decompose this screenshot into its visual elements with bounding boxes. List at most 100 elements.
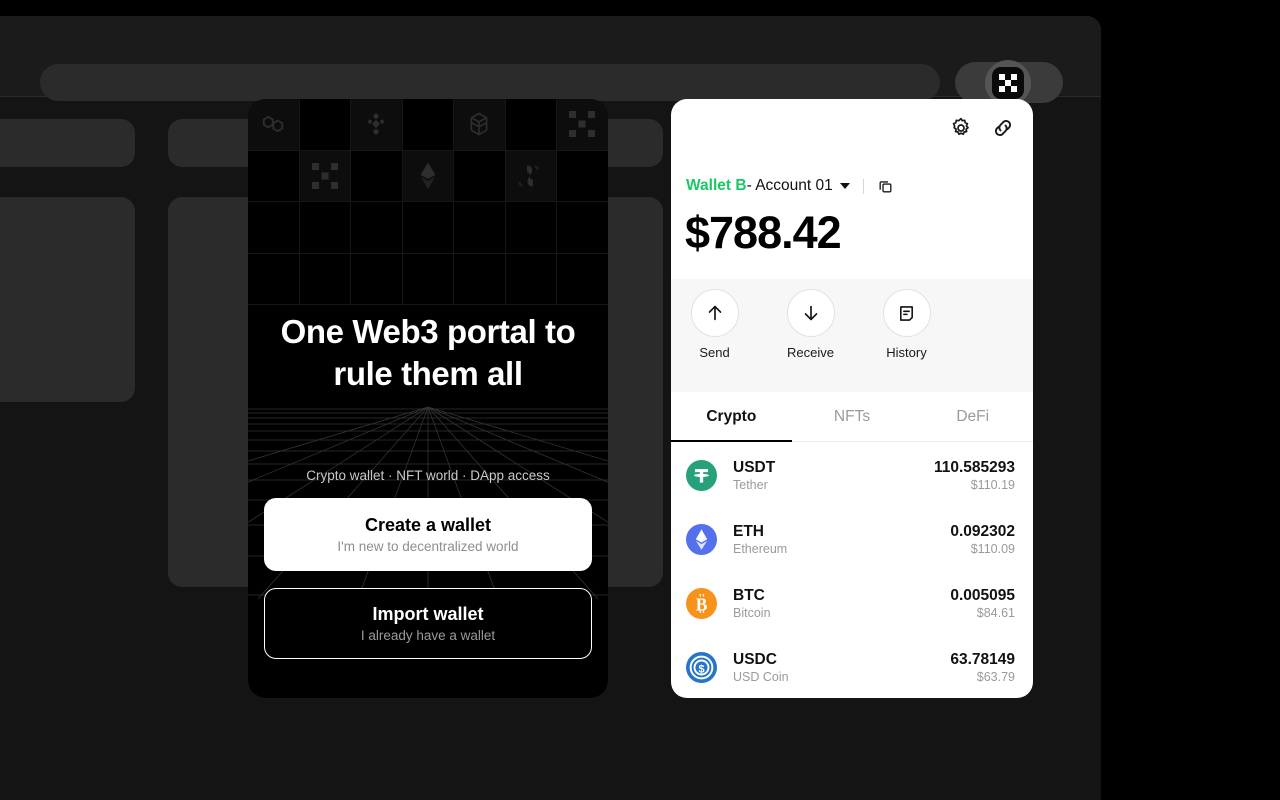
usdt-icon — [686, 459, 717, 491]
token-name: Tether — [733, 477, 768, 492]
token-symbol: USDT — [733, 458, 776, 476]
hero-subtitle: Crypto wallet · NFT world · DApp access — [306, 468, 550, 483]
grid-cell-empty — [299, 202, 351, 254]
token-name: USD Coin — [733, 669, 789, 684]
token-list: USDT Tether 110.585293 $110.19 ETH Ethereum 0.… — [671, 443, 1033, 698]
chevron-down-icon[interactable] — [839, 183, 850, 189]
polygon-icon — [248, 99, 300, 151]
account-label: Account 01 — [755, 177, 833, 194]
grid-cell-empty — [505, 253, 557, 305]
token-amount: 110.585293 — [933, 458, 1015, 476]
create-wallet-button[interactable]: Create a wallet I'm new to decentralized… — [264, 498, 592, 571]
checkerboard-icon[interactable] — [992, 67, 1024, 99]
token-amount: 0.092302 — [950, 522, 1015, 540]
grid-cell-empty — [557, 253, 608, 305]
wallet-header-toolbar — [949, 116, 1015, 140]
grid-cell-empty — [248, 202, 300, 254]
receive-button[interactable]: Receive — [779, 289, 842, 360]
grid-cell-empty — [248, 150, 300, 202]
token-fiat-value: $63.79 — [976, 669, 1015, 684]
import-wallet-title: Import wallet — [372, 604, 484, 624]
arrow-down-icon — [786, 289, 835, 337]
tab-defi[interactable]: DeFi — [912, 392, 1033, 441]
link-icon[interactable] — [991, 116, 1015, 140]
token-fiat-value: $84.61 — [976, 605, 1015, 620]
token-info: USDC USD Coin — [733, 650, 950, 685]
token-row[interactable]: ETH Ethereum 0.092302 $110.09 — [671, 507, 1033, 571]
gear-icon[interactable] — [949, 116, 973, 140]
token-row[interactable]: USDT Tether 110.585293 $110.19 — [671, 443, 1033, 507]
svg-text:$: $ — [698, 663, 704, 675]
account-name: - Account 01 — [747, 177, 833, 195]
hero-title: One Web3 portal to rule them all — [280, 313, 576, 392]
checkerboard-icon — [557, 99, 608, 151]
grid-cell-empty — [402, 202, 454, 254]
grid-cell-empty — [505, 99, 557, 151]
receive-label: Receive — [787, 345, 834, 360]
token-info: BTC Bitcoin — [733, 586, 950, 621]
grid-cell-empty — [299, 99, 351, 151]
grid-cell-empty — [454, 202, 506, 254]
token-values: 63.78149 $63.79 — [950, 650, 1015, 685]
arrow-up-icon — [690, 289, 739, 337]
token-row[interactable]: $ USDC USD Coin 63.78149 $63.79 — [671, 635, 1033, 698]
grid-cell-empty — [351, 150, 403, 202]
history-label: History — [886, 345, 927, 360]
document-icon — [882, 289, 931, 337]
page-placeholder-block — [0, 119, 135, 167]
send-label: Send — [699, 345, 730, 360]
divider — [862, 178, 864, 194]
token-row[interactable]: B BTC Bitcoin 0.005095 $84.61 — [671, 571, 1033, 635]
copy-icon[interactable] — [877, 178, 894, 195]
grid-cell-empty — [557, 150, 608, 202]
token-info: USDT Tether — [733, 458, 934, 493]
import-wallet-subtitle: I already have a wallet — [360, 628, 496, 643]
address-bar-input[interactable] — [40, 64, 940, 101]
page-placeholder-block — [0, 197, 135, 402]
crypto-logo-grid — [248, 99, 608, 319]
grid-cell-empty — [454, 253, 506, 305]
checkerboard-icon — [299, 150, 351, 202]
account-selector[interactable]: Wallet B - Account 01 — [686, 177, 894, 195]
token-info: ETH Ethereum — [733, 522, 950, 557]
wallet-tabs: Crypto NFTs DeFi — [671, 392, 1033, 442]
history-button[interactable]: History — [875, 289, 938, 360]
token-name: Bitcoin — [733, 605, 771, 620]
token-values: 0.005095 $84.61 — [950, 586, 1015, 621]
grid-cell-empty — [454, 150, 506, 202]
grid-cell-empty — [505, 202, 557, 254]
token-amount: 63.78149 — [950, 650, 1015, 668]
grid-cell-empty — [557, 202, 608, 254]
tab-nfts[interactable]: NFTs — [792, 392, 913, 441]
token-amount: 0.005095 — [950, 586, 1015, 604]
total-balance: $788.42 — [685, 207, 842, 258]
fantom-icon — [454, 99, 506, 151]
token-name: Ethereum — [733, 541, 788, 556]
ethereum-icon — [402, 150, 454, 202]
wallet-actions: Send Receive History — [671, 279, 1033, 392]
token-values: 110.585293 $110.19 — [934, 458, 1015, 493]
eth-icon — [686, 523, 717, 555]
grid-cell-empty — [351, 202, 403, 254]
token-symbol: ETH — [733, 522, 764, 540]
grid-cell-empty — [299, 253, 351, 305]
send-button[interactable]: Send — [683, 289, 746, 360]
svg-text:B: B — [696, 594, 708, 614]
wallet-popup: Wallet B - Account 01 $788.42 Send Recei… — [671, 99, 1033, 698]
token-symbol: USDC — [733, 650, 777, 668]
swap-icon — [505, 150, 557, 202]
usdc-icon: $ — [686, 651, 717, 683]
grid-cell-empty — [248, 253, 300, 305]
btc-icon: B — [686, 587, 717, 619]
token-fiat-value: $110.09 — [970, 541, 1015, 556]
browser-toolbar — [0, 16, 1101, 106]
import-wallet-button[interactable]: Import wallet I already have a wallet — [264, 588, 592, 659]
binance-icon — [351, 99, 403, 151]
grid-cell-empty — [351, 253, 403, 305]
tab-crypto[interactable]: Crypto — [671, 392, 792, 442]
token-values: 0.092302 $110.09 — [950, 522, 1015, 557]
create-wallet-subtitle: I'm new to decentralized world — [337, 539, 519, 554]
create-wallet-title: Create a wallet — [364, 515, 492, 535]
account-separator: - — [746, 177, 756, 194]
token-fiat-value: $110.19 — [970, 477, 1015, 492]
